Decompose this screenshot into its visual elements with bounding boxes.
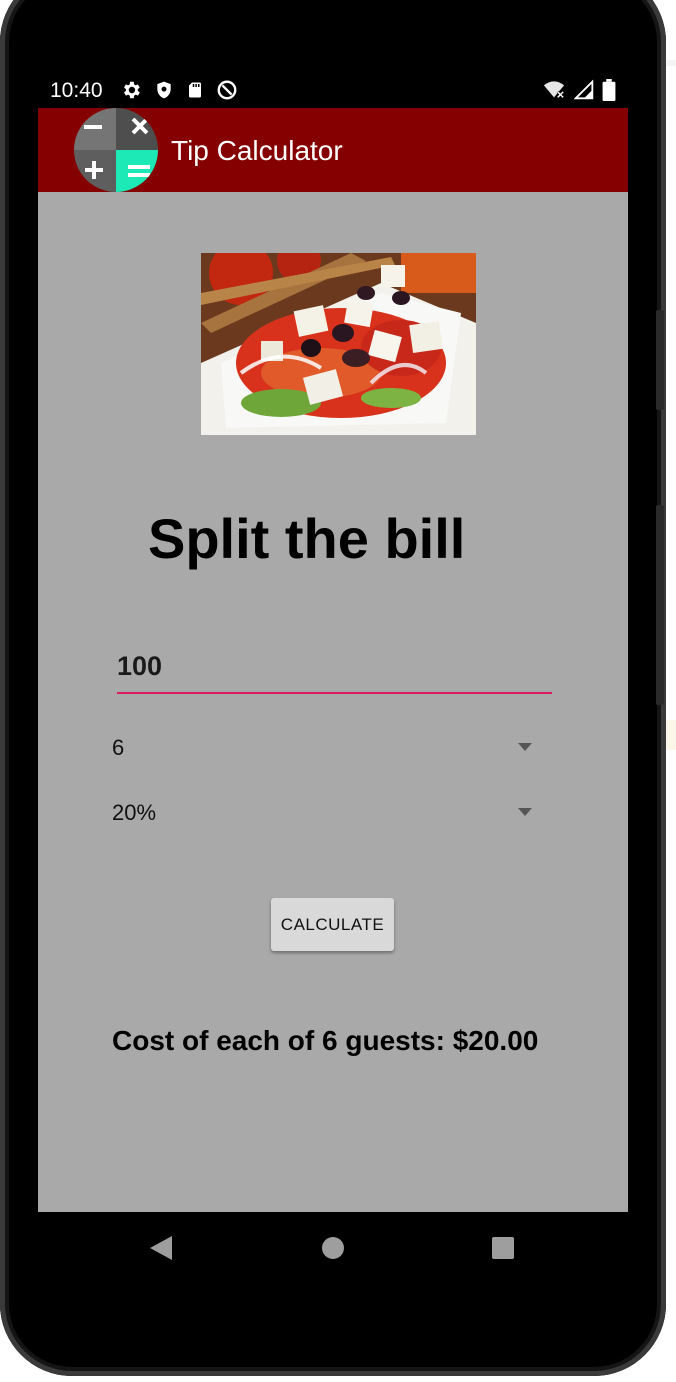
calculate-button[interactable]: CALCULATE [271,898,394,951]
dropdown-arrow-icon [518,743,532,751]
at-sign-icon [217,80,237,100]
status-time: 10:40 [50,79,103,102]
app-title: Tip Calculator [171,135,343,166]
status-left-icons [120,79,238,101]
guests-value: 6 [112,735,125,760]
bill-amount-input[interactable] [117,640,552,694]
result-text: Cost of each of 6 guests: $20.00 [112,1025,539,1056]
back-icon[interactable] [150,1236,172,1260]
volume-button [656,505,664,705]
signal-icon [574,79,594,100]
power-button [656,310,664,410]
home-icon[interactable] [322,1237,344,1259]
sd-card-icon [189,82,201,98]
wifi-off-icon [543,81,565,99]
tip-spinner[interactable]: 20% [112,792,532,832]
status-bar: 10:40 [38,70,628,108]
calculator-icon [74,108,158,192]
page-headline: Split the bill [148,507,466,570]
status-right-icons [542,79,616,101]
guests-spinner[interactable]: 6 [112,727,532,767]
recents-icon[interactable] [492,1237,514,1259]
navigation-bar [38,1212,628,1282]
dropdown-arrow-icon [518,808,532,816]
app-bar: Tip Calculator [38,108,628,192]
battery-icon [602,79,616,101]
tip-value: 20% [112,800,157,825]
gear-icon [124,81,140,99]
greek-salad-photo [201,253,476,435]
app-screen: 10:40 Tip Calculator Split the bill 100 … [38,70,628,1212]
shield-icon [157,81,171,99]
